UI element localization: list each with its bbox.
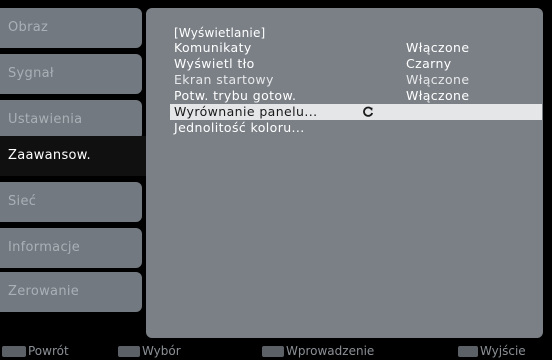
- tab-ustawienia[interactable]: Ustawienia: [0, 100, 142, 140]
- item-value: Włączone: [406, 88, 470, 103]
- item-label: Ekran startowy: [174, 72, 274, 87]
- item-value: Włączone: [406, 40, 470, 55]
- menu-key-icon: [458, 345, 478, 357]
- tab-label: Sieć: [8, 194, 37, 209]
- section-title: [Wyświetlanie]: [174, 26, 266, 40]
- hint-enter: Wprowadzenie: [262, 342, 374, 360]
- tab-siec[interactable]: Sieć: [0, 182, 142, 222]
- tab-label: Informacje: [8, 240, 81, 255]
- settings-list: Komunikaty Włączone Wyświetl tło Czarny …: [170, 40, 542, 136]
- refresh-icon: [363, 106, 374, 117]
- tab-sygnal[interactable]: Sygnał: [0, 54, 142, 94]
- menu-item-jednolitosc-koloru[interactable]: Jednolitość koloru...: [170, 120, 542, 136]
- tab-obraz[interactable]: Obraz: [0, 8, 142, 48]
- hint-exit: Wyjście: [458, 342, 526, 360]
- hint-back: Powrót: [2, 342, 69, 360]
- projector-menu-screen: Obraz Sygnał Ustawienia Zaawansow. Sieć …: [0, 0, 552, 360]
- bottom-hint-bar: Powrót Wybór Wprowadzenie Wyjście: [0, 342, 552, 360]
- tab-informacje[interactable]: Informacje: [0, 228, 142, 268]
- tab-label: Ustawienia: [8, 112, 83, 127]
- enter-key-icon: [118, 345, 140, 357]
- tab-label: Zaawansow.: [8, 148, 91, 163]
- esc-key-icon: [2, 345, 26, 357]
- item-label: Wyrównanie panelu...: [174, 104, 318, 119]
- tab-zerowanie[interactable]: Zerowanie: [0, 272, 142, 312]
- tab-zaawansowane[interactable]: Zaawansow.: [0, 136, 160, 176]
- menu-item-potw-trybu-gotow[interactable]: Potw. trybu gotow. Włączone: [170, 88, 542, 104]
- menu-item-wyrownanie-panelu[interactable]: Wyrównanie panelu...: [170, 104, 542, 120]
- hint-select: Wybór: [118, 342, 181, 360]
- item-label: Wyświetl tło: [174, 56, 255, 71]
- item-label: Potw. trybu gotow.: [174, 88, 297, 103]
- tab-label: Obraz: [8, 20, 49, 35]
- hint-label: Wyjście: [480, 344, 526, 358]
- tab-label: Zerowanie: [8, 284, 80, 299]
- hint-label: Powrót: [28, 344, 69, 358]
- hint-label: Wprowadzenie: [286, 344, 375, 358]
- item-label: Jednolitość koloru...: [174, 120, 305, 135]
- hint-label: Wybór: [142, 344, 181, 358]
- settings-panel: [Wyświetlanie] Komunikaty Włączone Wyświ…: [146, 8, 543, 338]
- item-value: Włączone: [406, 72, 470, 87]
- tab-label: Sygnał: [8, 66, 54, 81]
- menu-key-icon: [262, 345, 284, 357]
- item-value: Czarny: [406, 56, 452, 71]
- menu-item-ekran-startowy[interactable]: Ekran startowy Włączone: [170, 72, 542, 88]
- item-label: Komunikaty: [174, 40, 252, 55]
- menu-item-wyswietl-tlo[interactable]: Wyświetl tło Czarny: [170, 56, 542, 72]
- menu-item-komunikaty[interactable]: Komunikaty Włączone: [170, 40, 542, 56]
